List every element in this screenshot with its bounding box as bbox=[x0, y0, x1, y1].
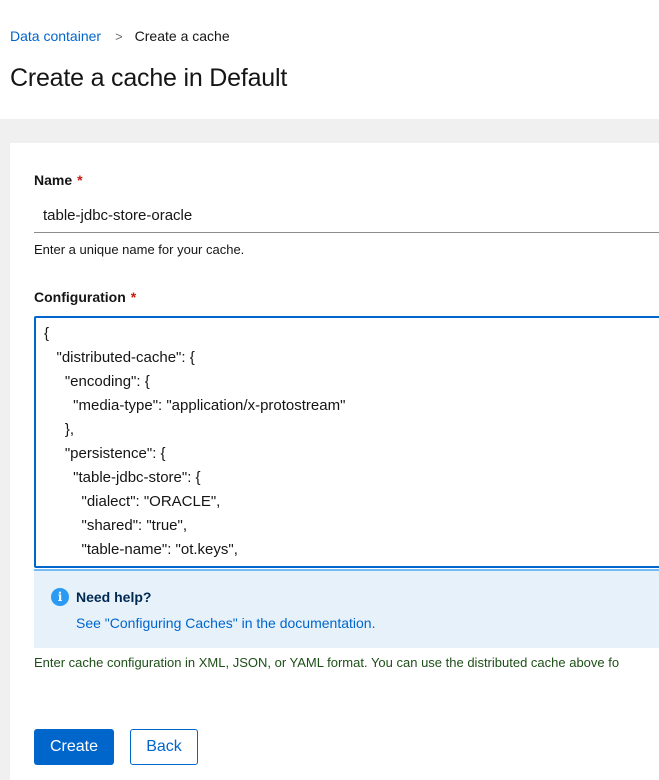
code-line: "dialect": "ORACLE", bbox=[44, 493, 221, 510]
page-header: Data container > Create a cache Create a… bbox=[0, 0, 659, 119]
code-line: "distributed-cache": { bbox=[44, 349, 195, 366]
documentation-link[interactable]: See "Configuring Caches" in the document… bbox=[76, 615, 375, 631]
configuration-label: Configuration * bbox=[34, 289, 136, 305]
required-mark: * bbox=[77, 172, 83, 188]
breadcrumb-link-data-container[interactable]: Data container bbox=[10, 28, 101, 44]
alert-title: Need help? bbox=[76, 589, 152, 605]
code-line: }, bbox=[44, 421, 75, 438]
code-line: "table-jdbc-store": { bbox=[44, 469, 201, 486]
name-label: Name * bbox=[34, 172, 83, 188]
code-line: "media-type": "application/x-protostream… bbox=[44, 397, 346, 414]
name-label-text: Name bbox=[34, 172, 73, 188]
configuration-helper-text: Enter cache configuration in XML, JSON, … bbox=[34, 655, 620, 670]
required-mark: * bbox=[130, 289, 137, 305]
code-line: "shared": "true", bbox=[44, 517, 188, 534]
name-input[interactable] bbox=[34, 199, 659, 233]
code-line: "encoding": { bbox=[44, 373, 150, 390]
chevron-right-icon: > bbox=[115, 28, 123, 44]
code-line: { bbox=[44, 325, 50, 342]
code-line: "table-name": "ot.keys", bbox=[44, 541, 238, 558]
name-helper-text: Enter a unique name for your cache. bbox=[34, 242, 245, 257]
configuration-label-text: Configuration bbox=[34, 289, 126, 305]
breadcrumb-current: Create a cache bbox=[134, 28, 230, 44]
help-alert: i Need help? See "Configuring Caches" in… bbox=[34, 569, 659, 648]
create-cache-form: Name* Enter a unique name for your cache… bbox=[10, 143, 659, 780]
configuration-editor[interactable]: { "distributed-cache": { "encoding": { "… bbox=[34, 316, 659, 568]
back-button[interactable]: Back bbox=[130, 729, 198, 765]
page-title: Create a cache in Default bbox=[10, 64, 288, 92]
info-icon: i bbox=[51, 588, 69, 606]
breadcrumb: Data container > Create a cache bbox=[10, 28, 230, 44]
code-line: "persistence": { bbox=[44, 445, 166, 462]
create-button[interactable]: Create bbox=[34, 729, 114, 765]
